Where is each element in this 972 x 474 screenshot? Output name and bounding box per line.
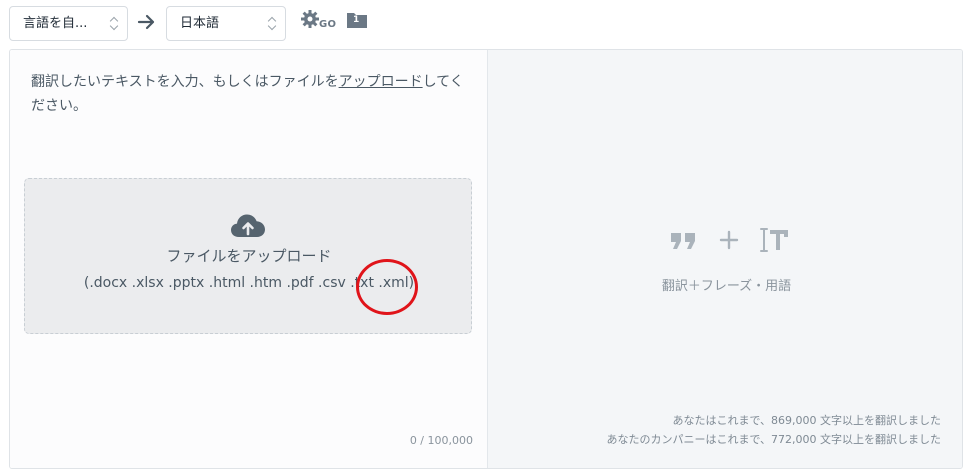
phrases-terms-caption: 翻訳＋フレーズ・用語	[661, 279, 792, 294]
target-language-value: 日本語	[180, 16, 220, 31]
upload-title: ファイルをアップロード	[166, 247, 332, 265]
xml-annotation-circle	[356, 259, 418, 315]
folder-count-badge: 1	[353, 15, 360, 25]
folder-button[interactable]: 1	[346, 10, 368, 30]
source-language-value: 言語を自...	[23, 16, 88, 31]
upload-link[interactable]: アップロード	[339, 74, 423, 90]
target-language-select[interactable]: 日本語	[166, 6, 286, 41]
source-input-placeholder[interactable]: 翻訳したいテキストを入力、もしくはファイルをアップロードしてください。	[31, 70, 471, 118]
text-cursor-icon	[760, 228, 788, 252]
translator-main: 翻訳したいテキストを入力、もしくはファイルをアップロードしてください。 ファイル…	[9, 49, 963, 469]
quote-icon	[671, 233, 695, 249]
chevron-updown-icon	[268, 17, 276, 31]
arrow-right-icon	[137, 14, 155, 30]
plus-icon	[719, 230, 739, 250]
toolbar: 言語を自... 日本語 GO 1	[0, 0, 972, 46]
gear-icon	[301, 10, 319, 28]
file-upload-dropzone[interactable]: ファイルをアップロード (.docx .xlsx .pptx .html .ht…	[24, 178, 472, 334]
cloud-upload-icon	[231, 214, 265, 237]
chevron-updown-icon	[110, 17, 118, 31]
source-text-pane[interactable]: 翻訳したいテキストを入力、もしくはファイルをアップロードしてください。 ファイル…	[10, 50, 487, 468]
user-translation-stats: あなたはこれまで、869,000 文字以上を翻訳しました	[672, 414, 941, 427]
glossary-settings-button[interactable]: GO	[300, 9, 340, 35]
character-count: 0 / 100,000	[409, 434, 473, 447]
company-translation-stats: あなたのカンパニーはこれまで、772,000 文字以上を翻訳しました	[606, 433, 941, 446]
translation-output-pane: 翻訳＋フレーズ・用語 あなたはこれまで、869,000 文字以上を翻訳しました …	[487, 50, 962, 468]
prompt-text: 翻訳したいテキストを入力、もしくはファイルを	[31, 74, 339, 90]
source-language-select[interactable]: 言語を自...	[9, 6, 128, 41]
go-label: GO	[319, 19, 337, 30]
